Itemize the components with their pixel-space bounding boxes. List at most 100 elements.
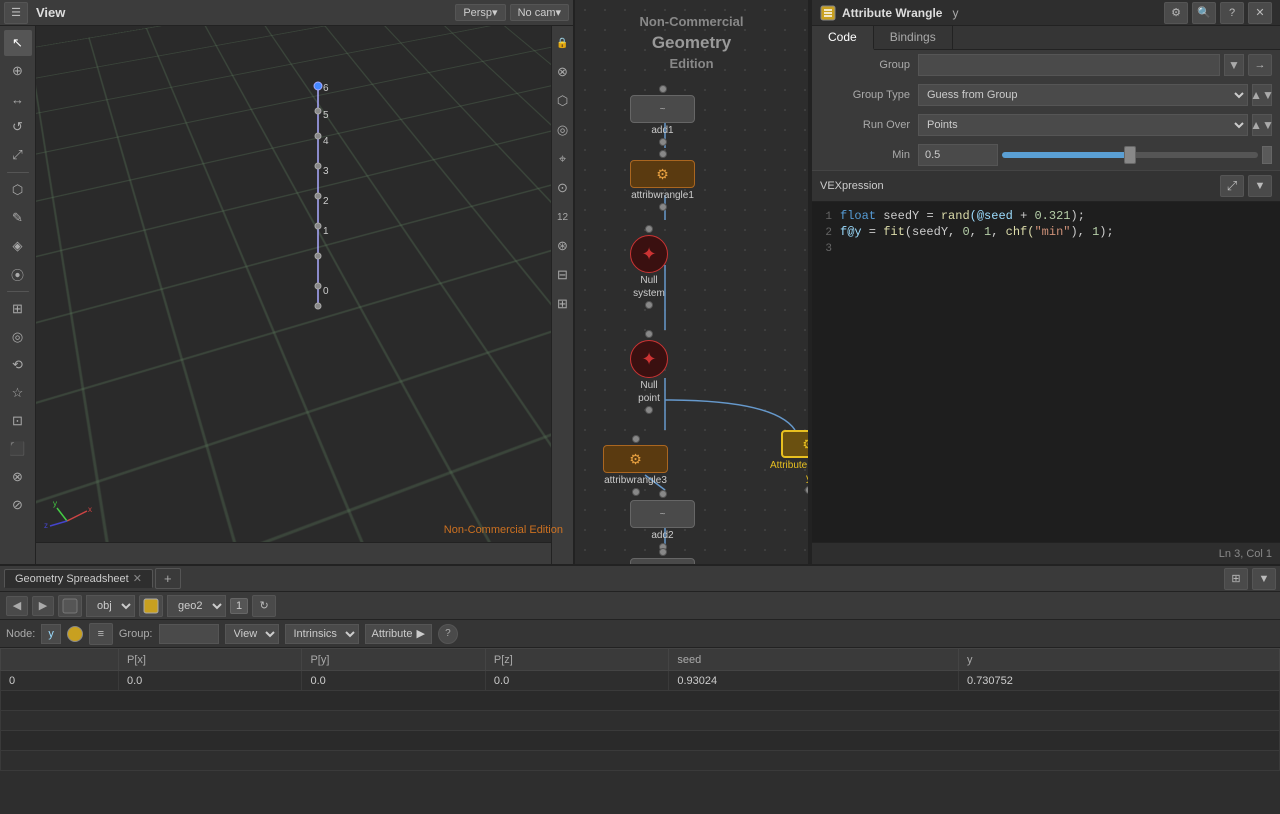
col-seed[interactable]: seed — [669, 649, 959, 671]
spreadsheet-tab-label: Geometry Spreadsheet — [15, 573, 129, 585]
col-px[interactable]: P[x] — [119, 649, 302, 671]
col-y[interactable]: y — [959, 649, 1280, 671]
add-spreadsheet-tab[interactable]: + — [155, 568, 181, 589]
tool-6[interactable]: ⬡ — [4, 177, 32, 203]
tool-10[interactable]: ⊞ — [4, 296, 32, 322]
tool-select[interactable]: ↖ — [4, 30, 32, 56]
group-select-icon[interactable]: → — [1248, 54, 1272, 76]
node-output-connector[interactable] — [805, 486, 810, 494]
code-editor[interactable]: 1 float seedY = rand(@seed + 0.321); 2 f… — [812, 202, 1280, 542]
node-input-connector[interactable] — [645, 330, 653, 338]
node-wrangley-icon: ⚙ — [802, 436, 810, 453]
geometry-spreadsheet: Geometry Spreadsheet ✕ + ⊞ ▼ ◀ ▶ obj geo… — [0, 564, 1280, 814]
col-py[interactable]: P[y] — [302, 649, 485, 671]
path-icon — [139, 595, 163, 617]
spreadsheet-menu-icon[interactable]: ▼ — [1252, 568, 1276, 590]
min-input[interactable] — [918, 144, 998, 166]
node-subdivide1[interactable]: ◫ subdivide1 — [630, 548, 695, 564]
node-input-connector[interactable] — [645, 225, 653, 233]
tool-8[interactable]: ◈ — [4, 233, 32, 259]
node-output-connector[interactable] — [659, 203, 667, 211]
node-input-connector[interactable] — [659, 548, 667, 556]
viewport-menu-icon[interactable]: ☰ — [4, 2, 28, 24]
right-tool-9[interactable]: ⊟ — [549, 262, 577, 288]
right-tool-6[interactable]: ⊙ — [549, 175, 577, 201]
tool-9[interactable]: ⦿ — [4, 261, 32, 287]
path-geo-select[interactable]: geo2 — [167, 595, 226, 617]
attribute-btn[interactable]: Attribute ▶ — [365, 624, 432, 644]
group-dropdown-arrow[interactable]: ▼ — [1224, 54, 1244, 76]
vexpression-menu-icon[interactable]: ▼ — [1248, 175, 1272, 197]
tool-16[interactable]: ⊗ — [4, 464, 32, 490]
tool-2[interactable]: ⊕ — [4, 58, 32, 84]
min-slider-end[interactable] — [1262, 146, 1272, 164]
tool-7[interactable]: ✎ — [4, 205, 32, 231]
node-output-connector[interactable] — [645, 301, 653, 309]
run-over-select[interactable]: Points Edges Primitives Detail — [918, 114, 1248, 136]
group-input[interactable] — [918, 54, 1220, 76]
right-tool-3[interactable]: ⬡ — [549, 88, 577, 114]
node-attribwrangle1[interactable]: ⚙ attribwrangle1 — [630, 150, 695, 211]
tab-bindings[interactable]: Bindings — [874, 26, 953, 49]
node-color-icon[interactable] — [67, 626, 83, 642]
cell-index: 0 — [1, 671, 119, 691]
node-output-connector[interactable] — [659, 138, 667, 146]
tool-15[interactable]: ⬛ — [4, 436, 32, 462]
node-attribwrangle1-label: attribwrangle1 — [631, 190, 694, 201]
tool-4[interactable]: ↺ — [4, 114, 32, 140]
node-null-system[interactable]: ✦ Null system — [630, 225, 668, 309]
right-tool-10[interactable]: ⊞ — [549, 291, 577, 317]
node-attribwrangle3[interactable]: ⚙ attribwrangle3 — [603, 435, 668, 496]
tool-3[interactable]: ↔ — [4, 86, 32, 112]
properties-help-icon[interactable]: ? — [1220, 2, 1244, 24]
col-pz[interactable]: P[z] — [485, 649, 668, 671]
perspective-btn[interactable]: Persp▾ — [455, 4, 505, 21]
vexpression-expand-icon[interactable]: ⤢ — [1220, 175, 1244, 197]
help-btn[interactable]: ? — [438, 624, 458, 644]
view-select[interactable]: View — [225, 624, 279, 644]
properties-gear-icon[interactable]: ⚙ — [1164, 2, 1188, 24]
node-input-connector[interactable] — [659, 490, 667, 498]
node-add2[interactable]: ~ add2 — [630, 490, 695, 551]
filter-icon[interactable]: ≡ — [89, 623, 113, 645]
right-tool-5[interactable]: ⌖ — [549, 146, 577, 172]
intrinsics-select[interactable]: Intrinsics — [285, 624, 359, 644]
node-input-connector[interactable] — [632, 435, 640, 443]
right-tool-4[interactable]: ◎ — [549, 117, 577, 143]
camera-btn[interactable]: No cam▾ — [510, 4, 569, 21]
properties-search-icon[interactable]: 🔍 — [1192, 2, 1216, 24]
run-over-arrow[interactable]: ▲▼ — [1252, 114, 1272, 136]
node-input-connector[interactable] — [659, 150, 667, 158]
group-label-bar2: Group: — [119, 628, 153, 640]
nav-back-btn[interactable]: ◀ — [6, 596, 28, 616]
right-tool-2[interactable]: ⊗ — [549, 59, 577, 85]
spreadsheet-tab[interactable]: Geometry Spreadsheet ✕ — [4, 569, 153, 588]
node-null-point[interactable]: ✦ Null point — [630, 330, 668, 414]
group-type-arrow[interactable]: ▲▼ — [1252, 84, 1272, 106]
refresh-icon[interactable]: ↻ — [252, 595, 276, 617]
nav-forward-btn[interactable]: ▶ — [32, 596, 54, 616]
group-filter-input[interactable] — [159, 624, 219, 644]
min-slider[interactable] — [1002, 152, 1258, 158]
properties-close-icon[interactable]: ✕ — [1248, 2, 1272, 24]
tool-12[interactable]: ⟲ — [4, 352, 32, 378]
right-tool-8[interactable]: ⊛ — [549, 233, 577, 259]
node-attribwrangle-y[interactable]: ⚙ Attribute Wrangle y — [770, 430, 810, 494]
code-line-1: 1 float seedY = rand(@seed + 0.321); — [816, 208, 1276, 224]
tool-13[interactable]: ☆ — [4, 380, 32, 406]
tool-5[interactable]: ⤢ — [4, 142, 32, 168]
tool-14[interactable]: ⊡ — [4, 408, 32, 434]
spreadsheet-layout-icon[interactable]: ⊞ — [1224, 568, 1248, 590]
node-output-connector[interactable] — [645, 406, 653, 414]
node-input-connector[interactable] — [659, 85, 667, 93]
tool-17[interactable]: ⊘ — [4, 492, 32, 518]
right-tool-7[interactable]: 12 — [549, 204, 577, 230]
spreadsheet-tab-close[interactable]: ✕ — [133, 572, 142, 585]
group-type-select[interactable]: Guess from Group Points Edges Primitives — [918, 84, 1248, 106]
node-attribwrangle-y-label1: Attribute Wrangle — [770, 460, 810, 471]
node-add1[interactable]: ~ add1 — [630, 85, 695, 146]
right-tool-1[interactable]: 🔒 — [549, 30, 577, 56]
tab-code[interactable]: Code — [812, 26, 874, 50]
tool-11[interactable]: ◎ — [4, 324, 32, 350]
path-obj-select[interactable]: obj — [86, 595, 135, 617]
